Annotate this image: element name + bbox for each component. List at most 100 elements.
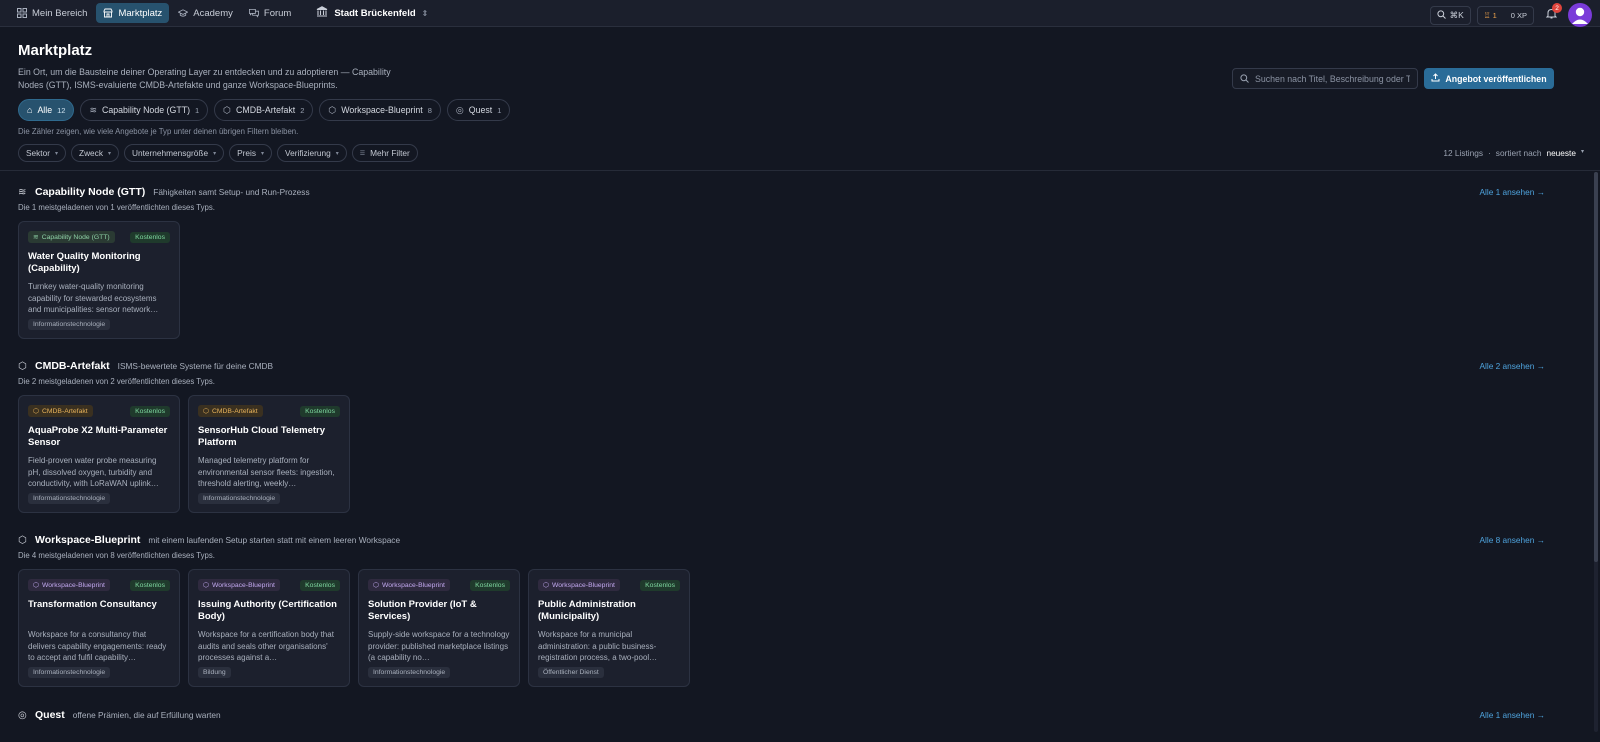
filter-label: Preis (237, 148, 257, 158)
search-input[interactable] (1255, 73, 1410, 84)
view-all-link[interactable]: Alle 8 ansehen → (1480, 535, 1546, 545)
chip-label: Workspace-Blueprint (341, 105, 423, 115)
cube-icon: ⬡ (33, 408, 39, 415)
listing-card[interactable]: ⬡ Workspace-Blueprint Kostenlos Public Ad… (528, 569, 690, 687)
sector-tag: Informationstechnologie (28, 493, 111, 504)
nav-mein-bereich[interactable]: Mein Bereich (10, 3, 94, 23)
section-subtitle: Fähigkeiten samt Setup- und Run-Prozess (153, 187, 310, 197)
type-badge: ⬡ Workspace-Blueprint (538, 579, 620, 591)
filter-verifizierung[interactable]: Verifizierung ▾ (277, 144, 347, 162)
sort-control[interactable]: 12 Listings · sortiert nach neueste ▾ (1443, 148, 1584, 158)
view-all-link[interactable]: Alle 2 ansehen → (1480, 361, 1546, 371)
chevron-down-icon: ▾ (335, 150, 339, 157)
command-search-button[interactable]: ⌘K (1429, 5, 1471, 25)
scrollbar-thumb[interactable] (1594, 172, 1598, 562)
shortcut-label: ⌘K (1449, 9, 1464, 20)
listing-card[interactable]: ⬡ CMDB-Artefakt Kostenlos AquaProbe X2 Mu… (18, 395, 180, 513)
box-icon: ⬡ (328, 104, 337, 115)
filter-label: Verifizierung (285, 148, 331, 158)
building-icon (316, 6, 328, 20)
more-filters-button[interactable]: ☰ Mehr Filter (351, 144, 418, 162)
listing-card[interactable]: ⬡ Workspace-Blueprint Kostenlos Transform… (18, 569, 180, 687)
user-icon (1572, 7, 1588, 24)
chevron-up-down-icon: ⇕ (421, 8, 429, 18)
price-badge: Kostenlos (640, 579, 680, 591)
nav-forum[interactable]: Forum (242, 3, 298, 23)
sector-tag: Bildung (198, 667, 231, 678)
card-description: Workspace for a municipal administration… (538, 630, 658, 662)
filter-sektor[interactable]: Sektor ▾ (18, 144, 66, 162)
publish-offer-button[interactable]: Angebot veröffentlichen (1424, 68, 1554, 89)
card-description: Workspace for a consultancy that deliver… (28, 630, 167, 662)
view-all-link[interactable]: Alle 1 ansehen → (1480, 710, 1546, 720)
type-badge: ⬡ Workspace-Blueprint (198, 579, 280, 591)
filter-unternehmensgroesse[interactable]: Unternehmensgröße ▾ (124, 144, 225, 162)
chip-label: Capability Node (GTT) (102, 105, 190, 115)
filter-zweck[interactable]: Zweck ▾ (71, 144, 119, 162)
page-title: Marktplatz (18, 42, 93, 59)
chip-count: 2 (300, 105, 305, 115)
listing-card[interactable]: ⬡ Workspace-Blueprint Kostenlos Issuing A… (188, 569, 350, 687)
search-box[interactable] (1232, 68, 1418, 89)
chip-capability-node[interactable]: ≋ Capability Node (GTT) 1 (80, 99, 209, 121)
chip-quest[interactable]: ◎ Quest 1 (446, 99, 511, 121)
badge-label: CMDB-Artefakt (211, 407, 258, 415)
notifications-button[interactable]: 2 (1540, 3, 1562, 25)
user-avatar[interactable] (1568, 3, 1592, 27)
section-title: Capability Node (GTT) (35, 186, 146, 198)
chip-alle[interactable]: ⌂ Alle 12 (18, 99, 75, 121)
section-subtitle: ISMS-bewertete Systeme für deine CMDB (117, 361, 274, 371)
badge-label: Workspace-Blueprint (211, 581, 275, 589)
box-icon: ⬡ (203, 582, 209, 589)
store-icon: ⌂ (27, 105, 33, 115)
chip-workspace-blueprint[interactable]: ⬡ Workspace-Blueprint 8 (319, 99, 441, 121)
price-badge: Kostenlos (300, 579, 340, 591)
nav-label: Marktplatz (118, 7, 163, 19)
card-description: Supply-side workspace for a technology p… (368, 630, 510, 662)
listing-card[interactable]: ≋ Capability Node (GTT) Kostenlos Water Q… (18, 221, 180, 339)
organization-name: Stadt Brückenfeld (334, 7, 416, 19)
card-title: AquaProbe X2 Multi-Parameter Sensor (28, 425, 168, 448)
sector-tag: Informationstechnologie (28, 667, 111, 678)
chip-count: 1 (497, 105, 502, 115)
price-badge: Kostenlos (130, 231, 170, 243)
card-title: SensorHub Cloud Telemetry Platform (198, 425, 326, 448)
listing-card[interactable]: ⬡ Workspace-Blueprint Kostenlos Solution … (358, 569, 520, 687)
chevron-down-icon: ▾ (107, 150, 111, 157)
nav-marktplatz[interactable]: Marktplatz (96, 3, 170, 23)
cube-icon: ⬡ (223, 104, 232, 115)
page-description: Ein Ort, um die Bausteine deiner Operati… (18, 67, 391, 90)
card-description: Field-proven water probe measuring pH, d… (28, 456, 159, 488)
organization-switcher[interactable]: Stadt Brückenfeld ⇕ (316, 6, 428, 20)
section-title: Workspace-Blueprint (35, 534, 141, 546)
chevron-down-icon: ▾ (261, 150, 265, 157)
box-icon: ⬡ (33, 582, 39, 589)
view-all-link[interactable]: Alle 1 ansehen → (1480, 187, 1546, 197)
nav-academy[interactable]: Academy (171, 3, 240, 23)
chevron-down-icon: ▾ (1580, 149, 1584, 155)
chevron-down-icon: ▾ (54, 150, 58, 157)
chat-icon (248, 8, 259, 18)
search-icon (1240, 72, 1249, 86)
chip-cmdb-artefakt[interactable]: ⬡ CMDB-Artefakt 2 (214, 99, 314, 121)
publish-label: Angebot veröffentlichen (1445, 73, 1547, 84)
card-title: Solution Provider (IoT & Services) (368, 599, 477, 622)
listing-card[interactable]: ⬡ CMDB-Artefakt Kostenlos SensorHub Cloud… (188, 395, 350, 513)
search-icon (1436, 9, 1446, 21)
sector-tag: Informationstechnologie (198, 493, 281, 504)
section-capability-node: ≋ Capability Node (GTT) Fähigkeiten samt… (18, 185, 1545, 339)
section-meta: Die 2 meistgeladenen von 2 veröffentlich… (18, 377, 215, 386)
box-icon: ⬡ (543, 582, 549, 589)
xp-progress[interactable]: ♖ 1 0 XP (1476, 5, 1534, 25)
type-badge: ⬡ Workspace-Blueprint (368, 579, 450, 591)
card-title: Water Quality Monitoring (Capability) (28, 251, 141, 274)
card-description: Turnkey water-quality monitoring capabil… (28, 282, 159, 314)
price-badge: Kostenlos (130, 579, 170, 591)
price-badge: Kostenlos (300, 405, 340, 417)
section-subtitle: mit einem laufenden Setup starten statt … (148, 535, 401, 545)
target-icon: ◎ (455, 104, 464, 115)
section-subtitle: offene Prämien, die auf Erfüllung warten (72, 710, 221, 720)
filter-preis[interactable]: Preis ▾ (229, 144, 273, 162)
filter-label: Zweck (79, 148, 103, 158)
badge-label: Workspace-Blueprint (381, 581, 445, 589)
